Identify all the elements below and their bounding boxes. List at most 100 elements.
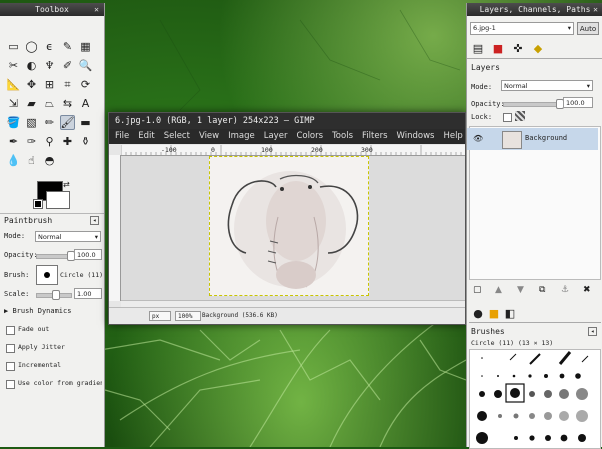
layers-dock-titlebar[interactable]: Layers, Channels, Paths ✕: [467, 3, 602, 16]
tab-layers-icon[interactable]: ▤: [471, 42, 485, 56]
menu-layer[interactable]: Layer: [264, 129, 288, 144]
menu-windows[interactable]: Windows: [397, 129, 435, 144]
scissors-icon[interactable]: ✂: [6, 58, 21, 73]
flip-icon[interactable]: ⇆: [60, 96, 75, 111]
paths-icon[interactable]: ♆: [42, 58, 57, 73]
align-icon[interactable]: ⊞: [42, 77, 57, 92]
apply-jitter-checkbox[interactable]: [6, 344, 15, 353]
tab-patterns-icon[interactable]: ■: [487, 307, 501, 321]
close-icon[interactable]: ✕: [593, 3, 598, 16]
anchor-layer-icon[interactable]: ⚓: [561, 285, 569, 295]
text-icon[interactable]: A: [78, 96, 93, 111]
rotate-icon[interactable]: ⟳: [78, 77, 93, 92]
image-selector[interactable]: 6.jpg-1 ▾: [470, 22, 574, 35]
zoom-dropdown[interactable]: 100%: [175, 311, 201, 321]
menu-colors[interactable]: Colors: [296, 129, 323, 144]
incremental-checkbox[interactable]: [6, 362, 15, 371]
menu-tools[interactable]: Tools: [332, 129, 353, 144]
lock-pixels-checkbox[interactable]: [503, 113, 512, 122]
scale-value: 1.00: [77, 290, 92, 298]
opacity-spinbox[interactable]: 100.0: [74, 249, 102, 260]
panel-menu-icon[interactable]: ◂: [90, 216, 99, 225]
mode-label: Mode:: [4, 232, 26, 240]
expander-triangle-icon: ▶: [4, 307, 9, 315]
mode-dropdown[interactable]: Normal ▾: [35, 231, 101, 242]
perspective-clone-icon[interactable]: ⚱: [78, 134, 93, 149]
paintbrush-icon[interactable]: 🖌: [60, 115, 75, 130]
blur-icon[interactable]: 💧: [6, 153, 21, 168]
layer-mode-value: Normal: [504, 82, 528, 90]
menu-help[interactable]: Help: [443, 129, 462, 144]
layer-mode-dropdown[interactable]: Normal ▾: [501, 80, 593, 91]
duplicate-layer-icon[interactable]: ⧉: [539, 285, 545, 295]
layer-mode-label: Mode:: [471, 83, 493, 91]
smudge-icon[interactable]: ☝: [24, 153, 39, 168]
layer-opacity-slider[interactable]: [503, 102, 561, 107]
menu-filters[interactable]: Filters: [362, 129, 387, 144]
layers-section-header: Layers: [467, 61, 602, 74]
scale-slider-handle[interactable]: [51, 290, 60, 300]
brush-dynamics-expander[interactable]: ▶ Brush Dynamics: [4, 307, 101, 315]
visibility-eye-icon[interactable]: 👁: [473, 134, 483, 143]
move-icon[interactable]: ✥: [24, 77, 39, 92]
close-icon[interactable]: ✕: [94, 3, 99, 16]
lower-layer-icon[interactable]: ▼: [517, 285, 524, 295]
layer-opacity-spinbox[interactable]: 100.0: [563, 97, 593, 108]
menu-file[interactable]: File: [115, 129, 129, 144]
ink-icon[interactable]: ✑: [24, 134, 39, 149]
tab-paths-icon[interactable]: ✜: [511, 42, 525, 56]
layer-row[interactable]: 👁 Background: [467, 128, 598, 150]
scale-icon[interactable]: ⇲: [6, 96, 21, 111]
fuzzy-select-icon[interactable]: ✎: [60, 39, 75, 54]
use-color-from-gradient-label: Use color from gradient: [18, 379, 102, 387]
new-layer-icon[interactable]: ▢: [473, 285, 482, 295]
unit-dropdown[interactable]: px: [149, 311, 171, 321]
ellipse-select-icon[interactable]: ◯: [24, 39, 39, 54]
free-select-icon[interactable]: ϵ: [42, 39, 57, 54]
tab-gradients-icon[interactable]: ◧: [503, 307, 517, 321]
menu-view[interactable]: View: [199, 129, 219, 144]
image-canvas[interactable]: [209, 156, 369, 296]
eraser-icon[interactable]: ▬: [78, 115, 93, 130]
panel-menu-icon[interactable]: ◂: [588, 327, 597, 336]
shear-icon[interactable]: ▰: [24, 96, 39, 111]
scale-spinbox[interactable]: 1.00: [74, 288, 102, 299]
delete-layer-icon[interactable]: ✖: [583, 285, 591, 295]
select-by-color-icon[interactable]: ▦: [78, 39, 93, 54]
heal-icon[interactable]: ✚: [60, 134, 75, 149]
dodge-burn-icon[interactable]: ◓: [42, 153, 57, 168]
toolbox-titlebar[interactable]: Toolbox ✕: [0, 3, 104, 16]
raise-layer-icon[interactable]: ▲: [495, 285, 502, 295]
image-window-titlebar[interactable]: 6.jpg-1.0 (RGB, 1 layer) 254x223 – GIMP: [109, 113, 465, 129]
pencil-icon[interactable]: ✏: [42, 115, 57, 130]
bucket-fill-icon[interactable]: 🪣: [6, 115, 21, 130]
airbrush-icon[interactable]: ✒: [6, 134, 21, 149]
layers-dock: Layers, Channels, Paths ✕ 6.jpg-1 ▾ Auto…: [466, 3, 602, 449]
foreground-select-icon[interactable]: ◐: [24, 58, 39, 73]
menu-image[interactable]: Image: [228, 129, 255, 144]
background-color-swatch[interactable]: [46, 191, 70, 209]
menu-edit[interactable]: Edit: [138, 129, 154, 144]
auto-button[interactable]: Auto: [577, 22, 599, 35]
perspective-icon[interactable]: ⏢: [42, 96, 57, 111]
swap-colors-icon[interactable]: ⇄: [63, 180, 70, 189]
brush-preview-button[interactable]: [36, 265, 58, 285]
tab-undo-icon[interactable]: ◆: [531, 42, 545, 56]
color-picker-icon[interactable]: ✐: [60, 58, 75, 73]
blend-icon[interactable]: ▧: [24, 115, 39, 130]
reset-colors-icon[interactable]: [33, 199, 43, 209]
fade-out-checkbox[interactable]: [6, 326, 15, 335]
rect-select-icon[interactable]: ▭: [6, 39, 21, 54]
zoom-icon[interactable]: 🔍: [78, 58, 93, 73]
brush-thumbnails: [476, 351, 589, 444]
tab-brushes-icon[interactable]: ●: [471, 307, 485, 321]
canvas-area[interactable]: [121, 156, 465, 300]
lock-alpha-icon[interactable]: [515, 111, 525, 121]
clone-icon[interactable]: ⚲: [42, 134, 57, 149]
use-color-from-gradient-checkbox[interactable]: [6, 380, 15, 389]
menu-select[interactable]: Select: [164, 129, 190, 144]
tab-channels-icon[interactable]: ■: [491, 42, 505, 56]
brush-grid[interactable]: [469, 349, 601, 449]
measure-icon[interactable]: 📐: [6, 77, 21, 92]
crop-icon[interactable]: ⌗: [60, 77, 75, 92]
